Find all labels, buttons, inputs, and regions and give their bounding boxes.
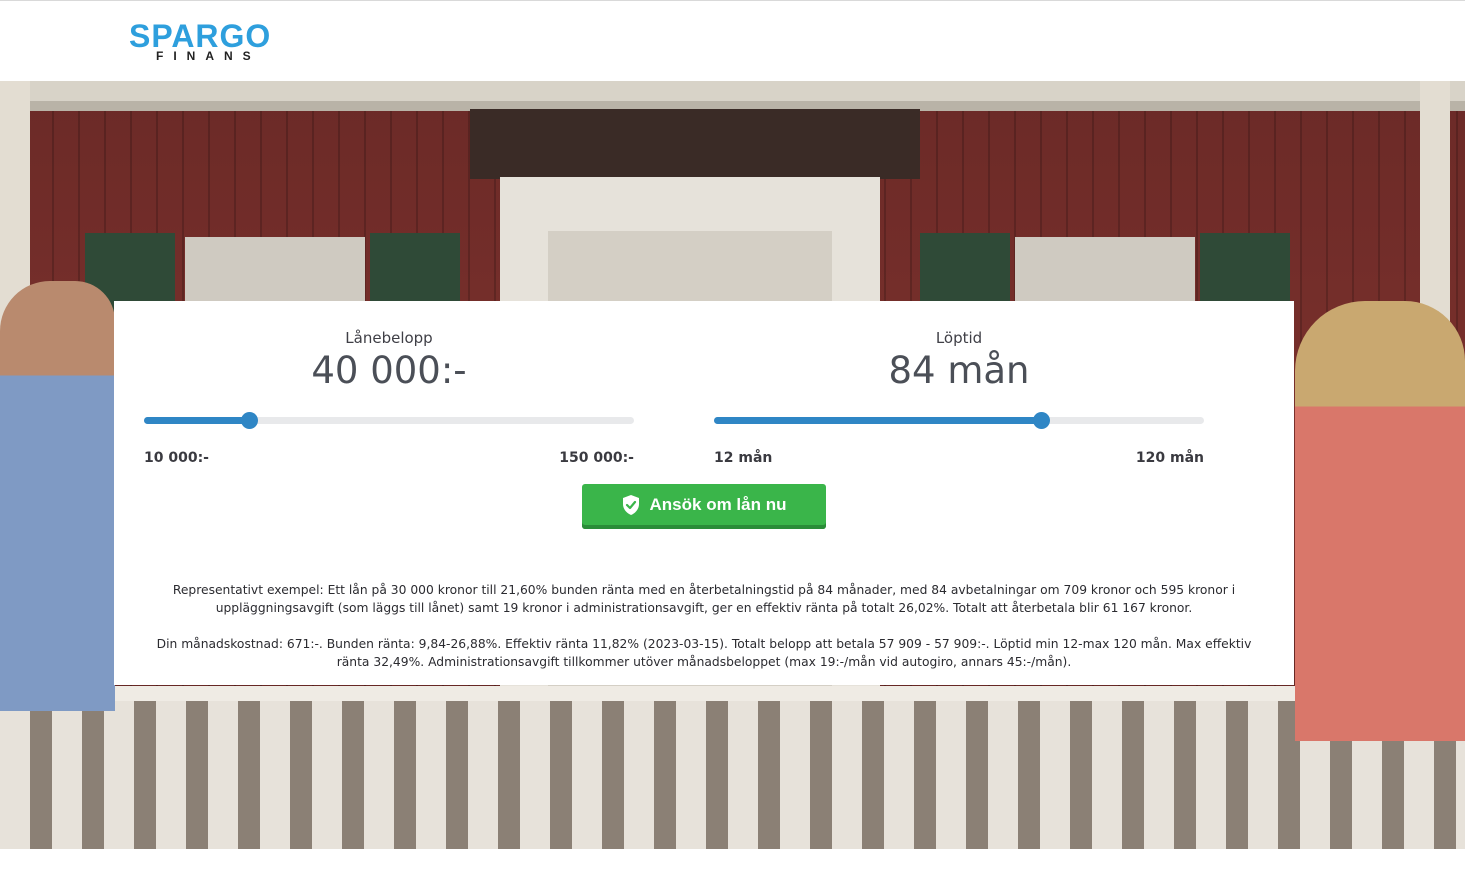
- spargo-finans-logo[interactable]: SPARGO FINANS: [129, 19, 294, 67]
- monthly-cost-disclaimer: Din månadskostnad: 671:-. Bunden ränta: …: [156, 637, 1252, 669]
- shield-check-icon: [622, 495, 639, 515]
- amount-slider-group: Lånebelopp 40 000:- 10 000:- 150 000:-: [144, 301, 634, 481]
- man-figure: [0, 281, 115, 711]
- amount-value: 40 000:-: [311, 349, 467, 392]
- page-bottom: [0, 849, 1465, 873]
- porch-roof: [0, 81, 1465, 101]
- representative-example-text: Representativt exempel: Ett lån på 30 00…: [172, 583, 1236, 615]
- amount-slider-track[interactable]: [144, 412, 634, 429]
- amount-min-label: 10 000:-: [144, 450, 209, 466]
- term-slider-group: Löptid 84 mån 12 mån 120 mån: [714, 301, 1204, 481]
- logo-subtitle: FINANS: [156, 49, 261, 63]
- apply-loan-button[interactable]: Ansök om lån nu: [582, 484, 826, 529]
- term-max-label: 120 mån: [1135, 450, 1204, 466]
- amount-max-label: 150 000:-: [559, 450, 634, 466]
- term-slider-handle[interactable]: [1032, 412, 1050, 429]
- logo-wordmark: SPARGO: [129, 18, 272, 54]
- loan-calculator-card: Lånebelopp 40 000:- 10 000:- 150 000:- L…: [114, 301, 1294, 685]
- amount-slider-handle[interactable]: [240, 412, 258, 429]
- term-slider-fill: [714, 417, 1041, 424]
- site-header: SPARGO FINANS: [0, 1, 1465, 81]
- term-label: Löptid: [935, 329, 983, 347]
- term-slider-track[interactable]: [714, 412, 1204, 429]
- amount-slider-fill: [144, 417, 249, 424]
- porch-railing: [0, 701, 1465, 849]
- door-sign: [470, 109, 920, 179]
- amount-label: Lånebelopp: [345, 329, 433, 347]
- woman-figure: [1295, 301, 1465, 741]
- term-min-label: 12 mån: [714, 450, 773, 466]
- apply-loan-label: Ansök om lån nu: [649, 495, 787, 514]
- term-value: 84 mån: [888, 349, 1030, 392]
